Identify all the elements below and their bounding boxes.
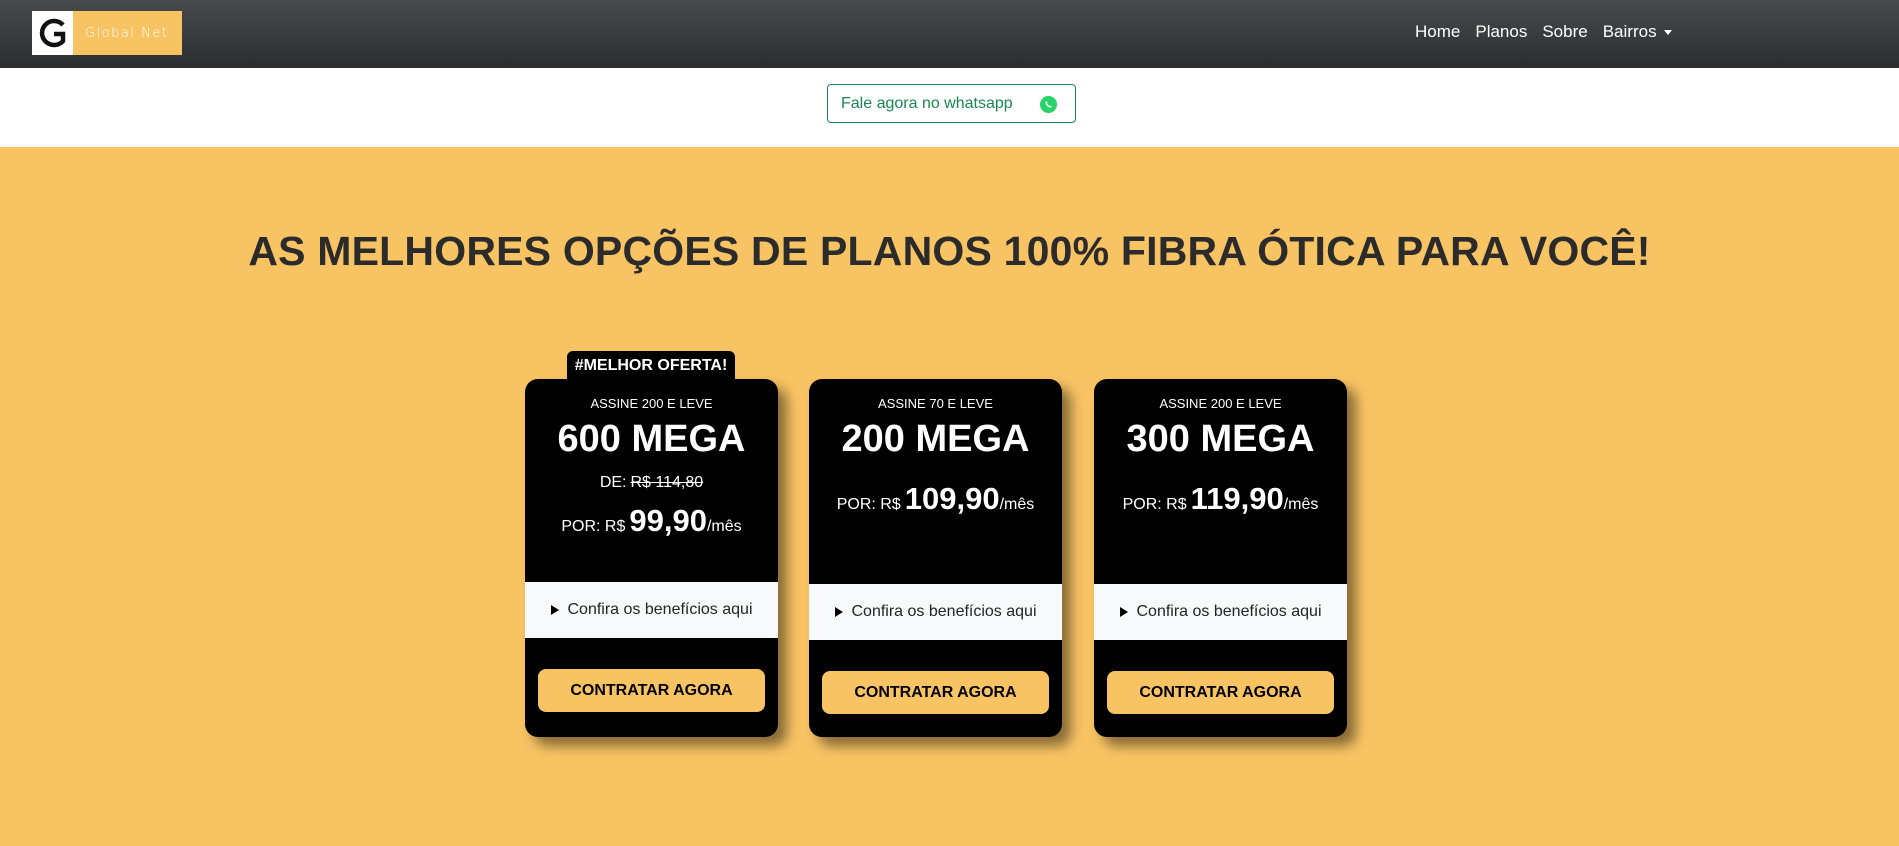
plan-price: POR: R$ 119,90/mês	[1094, 481, 1347, 517]
benefits-label: Confira os benefícios aqui	[1136, 603, 1322, 620]
nav-bairros-label: Bairros	[1602, 22, 1657, 41]
nav-home[interactable]: Home	[1415, 22, 1460, 42]
plan-speed: 200 MEGA	[841, 418, 1030, 460]
whatsapp-bar: Fale agora no whatsapp	[0, 68, 1899, 147]
benefits-label: Confira os benefícios aqui	[567, 601, 753, 618]
price-value: 119,90	[1190, 481, 1284, 516]
plan-speed: 600 MEGA	[557, 418, 746, 460]
whatsapp-button[interactable]: Fale agora no whatsapp	[827, 84, 1076, 123]
caret-down-icon	[1663, 29, 1672, 35]
nav-bairros-dropdown[interactable]: Bairros	[1603, 22, 1672, 42]
benefits-toggle[interactable]: Confira os benefícios aqui	[525, 582, 778, 638]
plan-price: POR: R$ 99,90/mês	[525, 503, 778, 539]
whatsapp-icon	[1040, 96, 1057, 113]
price-label: POR: R$	[561, 518, 626, 535]
nav-sobre[interactable]: Sobre	[1542, 22, 1587, 42]
contratar-button[interactable]: CONTRATAR AGORA	[822, 671, 1049, 714]
plans-headline: AS MELHORES OPÇÕES DE PLANOS 100% FIBRA …	[248, 228, 1651, 274]
navbar: Global Net Home Planos Sobre Bairros	[0, 0, 1899, 68]
benefits-label: Confira os benefícios aqui	[851, 603, 1037, 620]
benefits-toggle[interactable]: Confira os benefícios aqui	[1094, 584, 1347, 640]
main-nav: Home Planos Sobre Bairros	[1415, 22, 1687, 42]
disclosure-triangle-icon	[834, 607, 843, 617]
plan-price: POR: R$ 109,90/mês	[809, 481, 1062, 517]
plan-subtitle: ASSINE 200 E LEVE	[590, 396, 713, 411]
price-period: /mês	[999, 496, 1035, 513]
best-offer-badge: #MELHOR OFERTA!	[567, 351, 735, 381]
disclosure-triangle-icon	[1119, 607, 1128, 617]
plan-old-price: DE: R$ 114,80	[525, 474, 778, 492]
plan-card-200: ASSINE 70 E LEVE 200 MEGA POR: R$ 109,90/…	[809, 379, 1062, 737]
price-period: /mês	[1283, 496, 1319, 513]
old-price-value: R$ 114,80	[630, 474, 704, 491]
logo-mark-icon	[32, 11, 73, 55]
plan-card-600: ASSINE 200 E LEVE 600 MEGA DE: R$ 114,80 …	[525, 379, 778, 737]
plan-speed: 300 MEGA	[1126, 418, 1315, 460]
price-label: POR: R$	[1122, 496, 1187, 513]
plan-subtitle: ASSINE 200 E LEVE	[1159, 396, 1282, 411]
whatsapp-button-label: Fale agora no whatsapp	[841, 94, 1013, 112]
plan-card-300: ASSINE 200 E LEVE 300 MEGA POR: R$ 119,90…	[1094, 379, 1347, 737]
plan-subtitle: ASSINE 70 E LEVE	[878, 396, 993, 411]
price-value: 99,90	[629, 503, 707, 538]
contratar-button[interactable]: CONTRATAR AGORA	[1107, 671, 1334, 714]
price-value: 109,90	[904, 481, 1000, 516]
price-period: /mês	[706, 518, 742, 535]
old-price-label: DE:	[599, 474, 627, 491]
price-label: POR: R$	[836, 496, 901, 513]
contratar-button[interactable]: CONTRATAR AGORA	[538, 669, 765, 712]
disclosure-triangle-icon	[550, 605, 559, 615]
benefits-toggle[interactable]: Confira os benefícios aqui	[809, 584, 1062, 640]
brand-logo[interactable]: Global Net	[32, 11, 182, 55]
nav-planos[interactable]: Planos	[1475, 22, 1527, 42]
brand-name: Global Net	[85, 25, 169, 41]
